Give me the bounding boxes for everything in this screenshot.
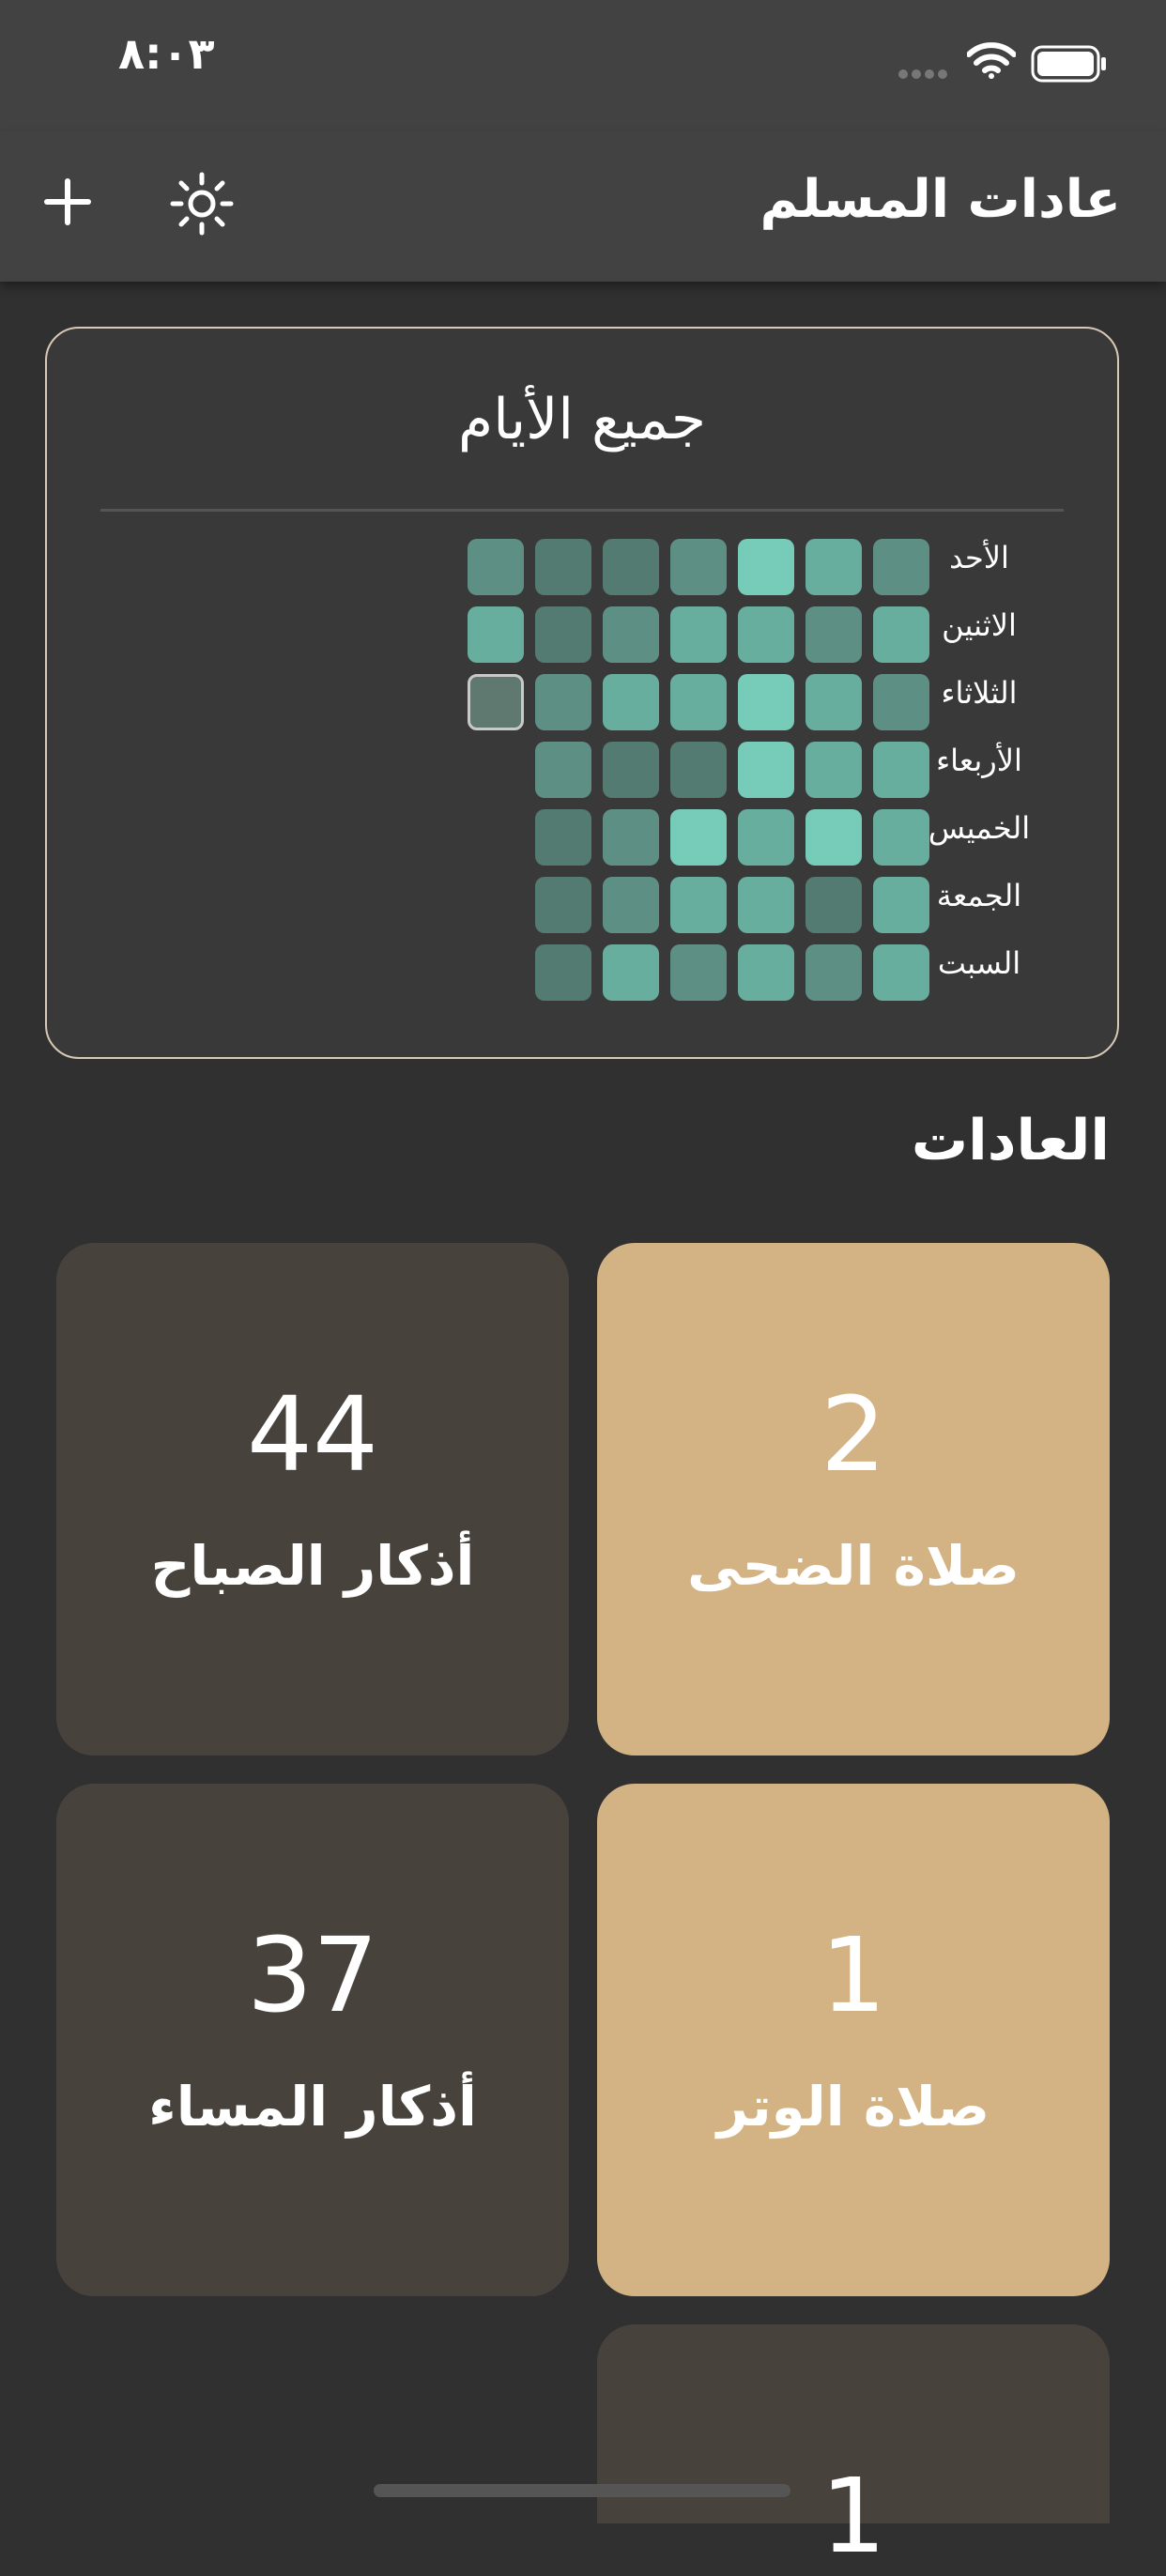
- calendar-day-cell[interactable]: [670, 674, 727, 730]
- calendar-day-cell[interactable]: [670, 944, 727, 1001]
- calendar-day-cell[interactable]: [603, 877, 659, 933]
- battery-icon: [1031, 45, 1106, 83]
- calendar-day-cell[interactable]: [670, 809, 727, 866]
- status-time: ٨:٠٣: [118, 28, 215, 79]
- habits-section-title: العادات: [911, 1108, 1110, 1173]
- calendar-day-cell[interactable]: [873, 606, 929, 663]
- calendar-day-cell[interactable]: [805, 606, 862, 663]
- weekday-label: الاثنين: [942, 607, 1017, 643]
- calendar-day-cell[interactable]: [805, 674, 862, 730]
- habit-count: 2: [821, 1374, 886, 1495]
- habit-name: أذكار المساء: [148, 2075, 477, 2139]
- calendar-divider: [100, 509, 1064, 512]
- calendar-day-cell[interactable]: [873, 809, 929, 866]
- wifi-icon: [967, 42, 1016, 79]
- calendar-day-cell[interactable]: [873, 877, 929, 933]
- calendar-day-cell[interactable]: [873, 539, 929, 595]
- calendar-day-cell[interactable]: [805, 809, 862, 866]
- calendar-day-cell[interactable]: [535, 539, 591, 595]
- calendar-day-cell[interactable]: [738, 877, 794, 933]
- calendar-day-cell[interactable]: [603, 606, 659, 663]
- sun-icon: [170, 172, 234, 236]
- calendar-day-cell[interactable]: [670, 539, 727, 595]
- calendar-day-cell[interactable]: [603, 539, 659, 595]
- calendar-day-cell[interactable]: [603, 944, 659, 1001]
- calendar-day-cell[interactable]: [603, 674, 659, 730]
- weekday-label: الجمعة: [936, 878, 1022, 913]
- calendar-day-cell[interactable]: [603, 809, 659, 866]
- weekday-label: الأحد: [949, 540, 1009, 575]
- calendar-day-cell[interactable]: [670, 606, 727, 663]
- weekday-label: الثلاثاء: [941, 675, 1018, 711]
- calendar-day-cell[interactable]: [468, 539, 524, 595]
- home-indicator: [374, 2484, 790, 2497]
- calendar-title: جميع الأيام: [458, 387, 706, 452]
- cellular-signal-icon: [898, 69, 947, 79]
- calendar-day-cell[interactable]: [535, 809, 591, 866]
- calendar-day-cell[interactable]: [738, 809, 794, 866]
- app-bar: عادات المسلم: [0, 131, 1166, 282]
- habit-tile[interactable]: 37 أذكار المساء: [56, 1784, 569, 2296]
- app-title: عادات المسلم: [759, 169, 1121, 230]
- theme-toggle-button[interactable]: [169, 171, 235, 237]
- calendar-day-cell[interactable]: [535, 877, 591, 933]
- calendar-day-cell[interactable]: [805, 742, 862, 798]
- habit-name: صلاة الضحى: [687, 1534, 1020, 1598]
- habit-name: صلاة الوتر: [716, 2075, 990, 2139]
- habit-count: 37: [247, 1915, 378, 2035]
- calendar-day-cell[interactable]: [535, 944, 591, 1001]
- habit-name: أذكار الصباح: [150, 1534, 475, 1598]
- habit-count: 1: [821, 2456, 886, 2576]
- calendar-day-cell[interactable]: [535, 742, 591, 798]
- habit-count: 1: [821, 1915, 886, 2035]
- calendar-day-cell[interactable]: [535, 606, 591, 663]
- calendar-day-cell[interactable]: [805, 539, 862, 595]
- calendar-day-cell[interactable]: [535, 674, 591, 730]
- calendar-day-cell[interactable]: [805, 877, 862, 933]
- calendar-day-cell[interactable]: [603, 742, 659, 798]
- calendar-day-cell[interactable]: [738, 674, 794, 730]
- calendar-day-cell[interactable]: [468, 606, 524, 663]
- calendar-day-cell[interactable]: [738, 606, 794, 663]
- weekday-label: السبت: [937, 945, 1021, 981]
- habit-tile[interactable]: 2 صلاة الضحى: [597, 1243, 1110, 1756]
- add-habit-button[interactable]: [39, 174, 96, 230]
- calendar-day-cell[interactable]: [738, 742, 794, 798]
- calendar-day-cell[interactable]: [873, 742, 929, 798]
- habit-count: 44: [247, 1374, 378, 1495]
- calendar-day-cell[interactable]: [873, 944, 929, 1001]
- calendar-day-cell[interactable]: [738, 539, 794, 595]
- weekday-label: الأربعاء: [936, 743, 1022, 778]
- calendar-day-cell[interactable]: [670, 877, 727, 933]
- calendar-day-cell[interactable]: [738, 944, 794, 1001]
- weekday-label: الخميس: [928, 810, 1031, 846]
- calendar-day-cell[interactable]: [805, 944, 862, 1001]
- habit-tile[interactable]: 1 صلاة الوتر: [597, 1784, 1110, 2296]
- status-bar: ٨:٠٣: [0, 0, 1166, 131]
- calendar-day-cell-today[interactable]: [468, 674, 524, 730]
- all-days-calendar-card: جميع الأيام الأحد الاثنين الثلاثاء الأرب…: [45, 327, 1119, 1059]
- calendar-day-cell[interactable]: [873, 674, 929, 730]
- calendar-day-cell[interactable]: [670, 742, 727, 798]
- plus-icon: [44, 178, 91, 225]
- habit-tile[interactable]: 44 أذكار الصباح: [56, 1243, 569, 1756]
